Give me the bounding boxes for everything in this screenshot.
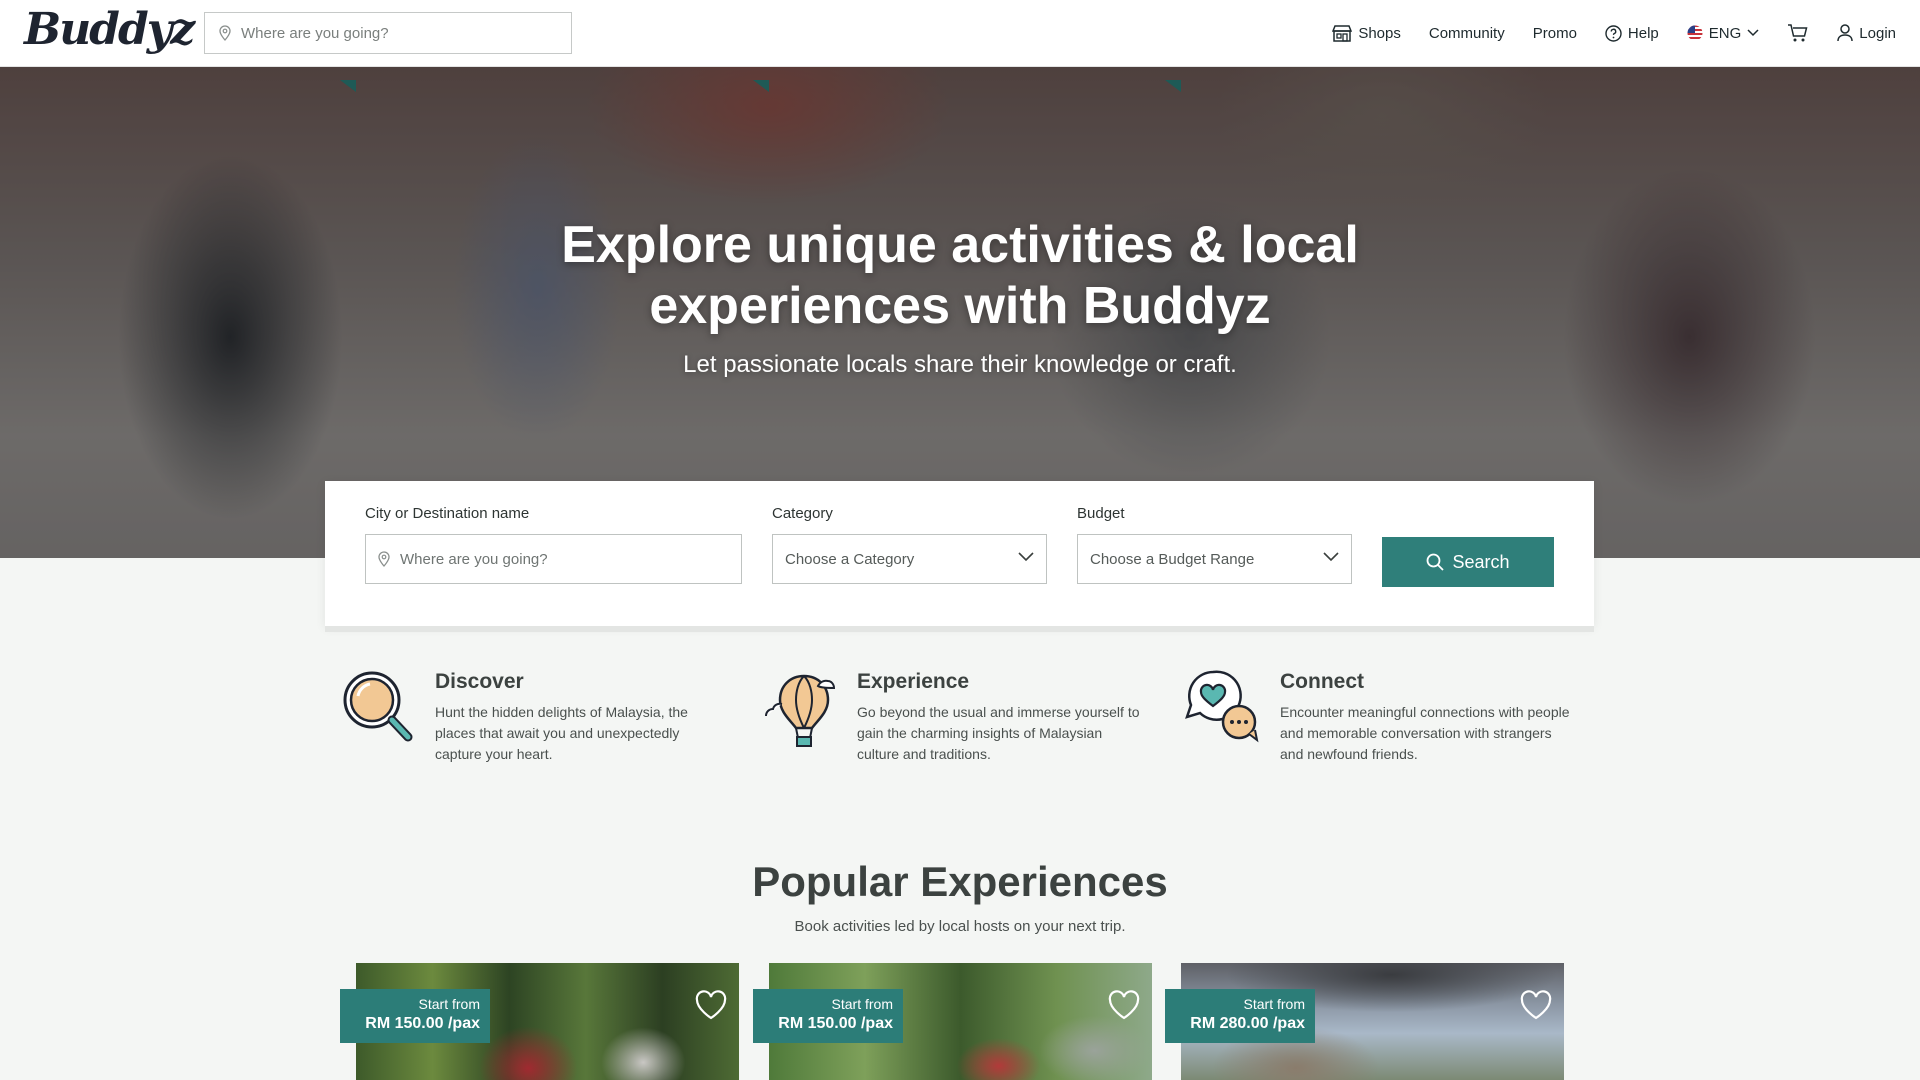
location-pin-icon bbox=[219, 25, 231, 41]
price-value: RM 150.00 /pax bbox=[365, 1015, 480, 1032]
header-search-box[interactable] bbox=[204, 12, 572, 54]
us-flag-icon bbox=[1687, 25, 1703, 41]
feature-title: Discover bbox=[435, 670, 524, 693]
buddyz-logo[interactable]: Buddyz bbox=[24, 4, 195, 55]
top-header: Buddyz Shops Community Promo Help ENG bbox=[0, 0, 1920, 67]
language-selector[interactable]: ENG bbox=[1687, 25, 1760, 42]
heart-icon[interactable] bbox=[1520, 990, 1552, 1020]
hero-subtitle: Let passionate locals share their knowle… bbox=[683, 351, 1237, 378]
price-tag: Start from RM 150.00 /pax bbox=[753, 989, 903, 1043]
feature-title: Connect bbox=[1280, 670, 1364, 693]
login-label: Login bbox=[1859, 24, 1896, 42]
feature-description: Go beyond the usual and immerse yourself… bbox=[857, 704, 1140, 762]
nav-promo[interactable]: Promo bbox=[1533, 25, 1577, 42]
destination-input[interactable] bbox=[400, 550, 700, 568]
experience-search-form: City or Destination name Category Choose… bbox=[325, 481, 1594, 626]
start-from-label: Start from bbox=[831, 996, 893, 1012]
search-button-label: Search bbox=[1452, 551, 1510, 572]
price-value: RM 150.00 /pax bbox=[778, 1015, 893, 1032]
nav-shops-label: Shops bbox=[1358, 24, 1401, 42]
hero-title: Explore unique activities & local experi… bbox=[0, 215, 1920, 337]
hero-title-line-2: experiences with Buddyz bbox=[649, 277, 1271, 335]
nav-help[interactable]: Help bbox=[1605, 25, 1659, 42]
price-tag: Start from RM 280.00 /pax bbox=[1165, 989, 1315, 1043]
popular-experiences-title: Popular Experiences bbox=[752, 858, 1168, 905]
login-button[interactable]: Login bbox=[1837, 24, 1896, 42]
location-pin-icon bbox=[378, 551, 390, 567]
feature-description: Hunt the hidden delights of Malaysia, th… bbox=[435, 704, 688, 762]
chevron-down-icon bbox=[1323, 552, 1339, 562]
language-label: ENG bbox=[1708, 24, 1742, 42]
nav-promo-label: Promo bbox=[1532, 24, 1577, 42]
budget-select[interactable]: Choose a Budget Range bbox=[1077, 534, 1352, 584]
hero-text: Explore unique activities & local experi… bbox=[0, 215, 1920, 379]
start-from-label: Start from bbox=[1243, 996, 1305, 1012]
destination-label: City or Destination name bbox=[365, 505, 530, 522]
chat-bubbles-icon bbox=[1185, 670, 1259, 743]
nav-community[interactable]: Community bbox=[1429, 25, 1505, 42]
magnifier-icon bbox=[343, 671, 413, 742]
category-value: Choose a Category bbox=[785, 550, 915, 568]
heart-icon[interactable] bbox=[695, 990, 727, 1020]
nav-shops[interactable]: Shops bbox=[1332, 24, 1401, 42]
chevron-down-icon bbox=[1747, 29, 1759, 37]
category-select[interactable]: Choose a Category bbox=[772, 534, 1047, 584]
feature-description: Encounter meaningful connections with pe… bbox=[1280, 704, 1570, 762]
chevron-down-icon bbox=[1018, 552, 1034, 562]
price-tag-fold bbox=[753, 80, 769, 92]
budget-label: Budget bbox=[1077, 505, 1125, 522]
header-search-input[interactable] bbox=[241, 24, 561, 42]
help-icon bbox=[1605, 24, 1622, 42]
user-icon bbox=[1837, 24, 1854, 42]
main-nav: Shops Community Promo Help ENG Login bbox=[1304, 0, 1896, 66]
nav-community-label: Community bbox=[1428, 24, 1505, 42]
nav-help-label: Help bbox=[1627, 24, 1659, 42]
hot-air-balloon-icon bbox=[765, 674, 836, 747]
category-label: Category bbox=[772, 505, 833, 522]
start-from-label: Start from bbox=[418, 996, 480, 1012]
popular-experiences-subtitle: Book activities led by local hosts on yo… bbox=[794, 918, 1126, 935]
destination-field[interactable] bbox=[365, 534, 742, 584]
price-tag-fold bbox=[340, 80, 356, 92]
budget-value: Choose a Budget Range bbox=[1090, 550, 1255, 568]
hero-title-line-1: Explore unique activities & local bbox=[561, 216, 1359, 274]
cart-icon bbox=[1788, 24, 1808, 42]
shop-icon bbox=[1332, 25, 1353, 42]
price-tag-fold bbox=[1165, 80, 1181, 92]
feature-title: Experience bbox=[857, 670, 970, 693]
price-tag: Start from RM 150.00 /pax bbox=[340, 989, 490, 1043]
heart-icon[interactable] bbox=[1108, 990, 1140, 1020]
search-button[interactable]: Search bbox=[1382, 537, 1554, 587]
search-icon bbox=[1427, 553, 1445, 571]
cart-button[interactable] bbox=[1787, 23, 1809, 43]
price-value: RM 280.00 /pax bbox=[1190, 1015, 1305, 1032]
